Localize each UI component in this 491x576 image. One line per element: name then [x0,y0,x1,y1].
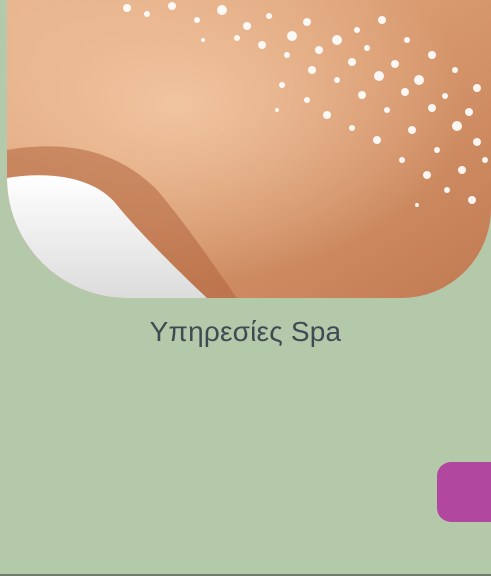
spa-salt-massage-photo[interactable] [7,0,491,298]
services-spa-caption[interactable]: Υπηρεσίες Spa [0,316,491,348]
page: Υπηρεσίες Spa [0,0,491,576]
side-tab-button[interactable] [437,462,491,522]
